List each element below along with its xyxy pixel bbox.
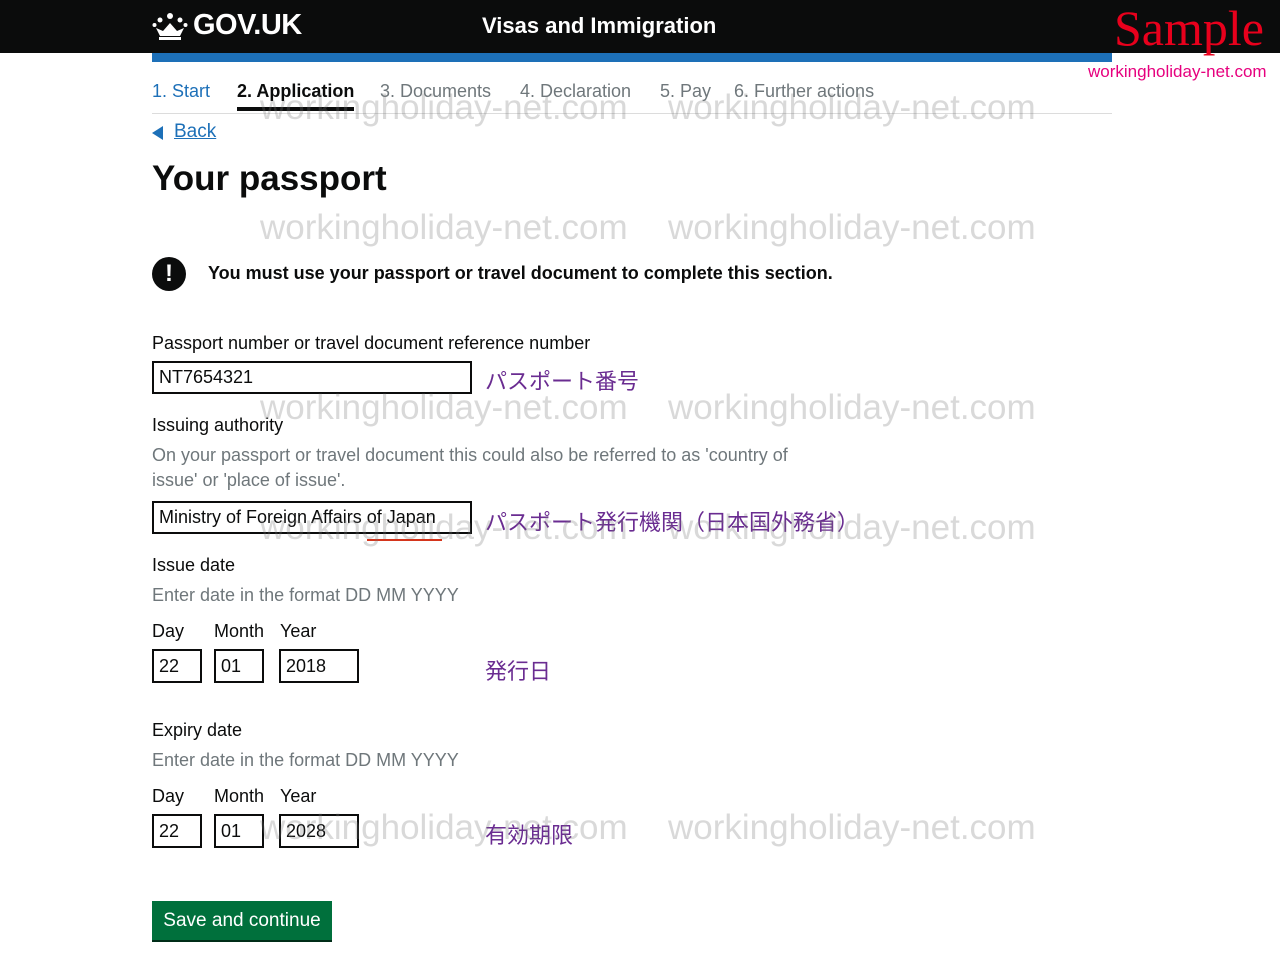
issue-year-label: Year [280, 621, 317, 641]
issue-month-label: Month [214, 621, 265, 641]
issuing-authority-annotation: パスポート発行機関（日本国外務省） [485, 511, 860, 536]
issuing-authority-hint-line1: On your passport or travel document this… [152, 445, 788, 465]
back-arrow-icon [152, 126, 163, 140]
expiry-day-input[interactable] [152, 814, 202, 848]
issue-month-input[interactable] [214, 649, 264, 683]
issuing-authority-hint: On your passport or travel document this… [152, 443, 852, 493]
watermark: workingholiday-net.com [668, 208, 1036, 247]
warning-text: You must use your passport or travel doc… [208, 263, 833, 283]
step-declaration: 4. Declaration [520, 81, 632, 101]
expiry-date-label: Expiry date [152, 720, 243, 740]
watermark: workingholiday-net.com [668, 388, 1036, 427]
issuing-authority-input[interactable] [152, 501, 472, 534]
back-link-label: Back [174, 121, 217, 142]
crown-icon [152, 13, 188, 40]
step-pay: 5. Pay [660, 81, 712, 101]
issue-day-input[interactable] [152, 649, 202, 683]
watermark: workingholiday-net.com [668, 808, 1036, 847]
save-and-continue-button[interactable]: Save and continue [152, 901, 332, 940]
step-further-actions: 6. Further actions [734, 81, 875, 101]
govuk-header: GOV.UK Visas and Immigration Sample [0, 0, 1280, 56]
expiry-date-hint: Enter date in the format DD MM YYYY [152, 750, 459, 770]
expiry-date-annotation: 有効期限 [485, 824, 574, 849]
watermark: workingholiday-net.com [260, 208, 628, 247]
sample-label: Sample [1114, 0, 1264, 56]
govuk-logo-text[interactable]: GOV.UK [193, 9, 302, 42]
step-start[interactable]: 1. Start [152, 81, 210, 102]
service-name[interactable]: Visas and Immigration [482, 13, 716, 39]
issuing-authority-label: Issuing authority [152, 415, 284, 435]
passport-number-input[interactable] [152, 361, 472, 394]
expiry-year-input[interactable] [279, 814, 359, 848]
issue-date-annotation: 発行日 [485, 660, 552, 685]
passport-number-annotation: パスポート番号 [485, 370, 640, 395]
header-blue-bar [152, 53, 1112, 62]
step-documents: 3. Documents [380, 81, 492, 101]
issue-day-label: Day [152, 621, 185, 641]
issuing-authority-hint-line2: issue' or 'place of issue'. [152, 470, 346, 490]
expiry-day-label: Day [152, 786, 185, 806]
site-url-watermark: workingholiday-net.com [1088, 62, 1267, 81]
warning-icon: ! [152, 257, 186, 291]
issue-year-input[interactable] [279, 649, 359, 683]
step-application: 2. Application [237, 81, 355, 111]
passport-number-label: Passport number or travel document refer… [152, 333, 591, 353]
step-navigation: 1. Start 2. Application 3. Documents 4. … [152, 81, 1112, 114]
page-title: Your passport [152, 159, 387, 198]
highlight-underline [367, 539, 442, 541]
expiry-year-label: Year [280, 786, 317, 806]
expiry-month-input[interactable] [214, 814, 264, 848]
expiry-month-label: Month [214, 786, 265, 806]
issue-date-hint: Enter date in the format DD MM YYYY [152, 585, 459, 605]
issue-date-label: Issue date [152, 555, 236, 575]
